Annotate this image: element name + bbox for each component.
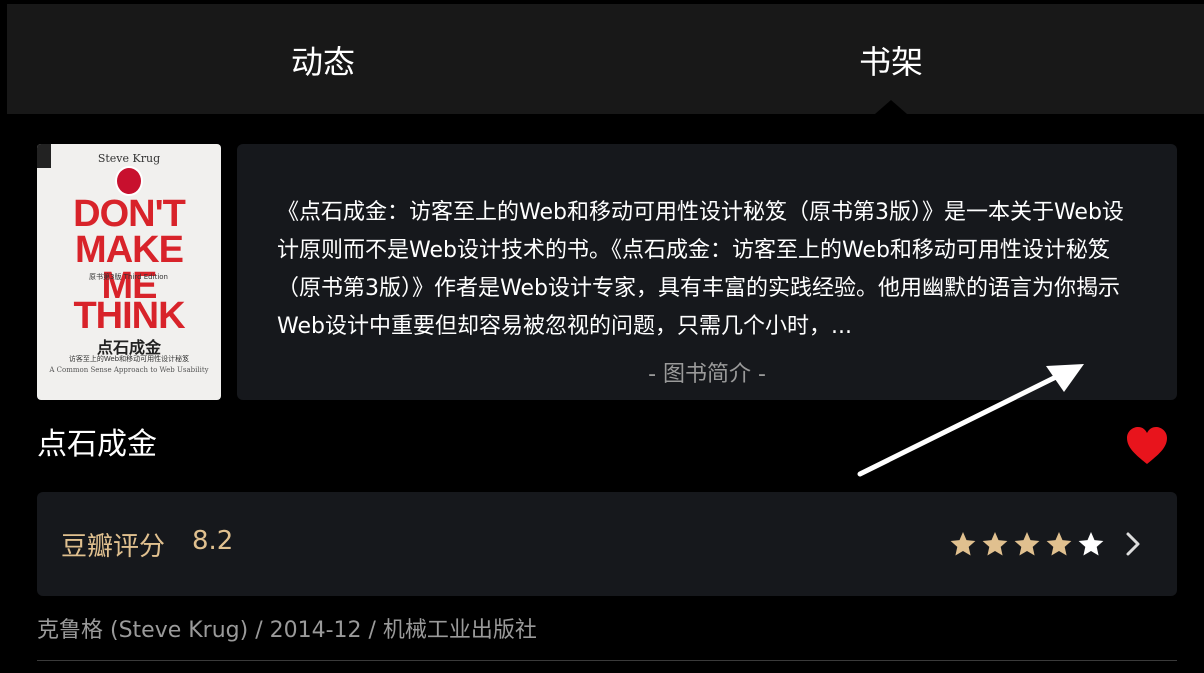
rating-label: 豆瓣评分 [61, 532, 166, 562]
star-filled-icon [1046, 532, 1072, 556]
star-filled-icon [982, 532, 1008, 556]
tab-bookshelf[interactable]: 书架 [859, 40, 923, 84]
cover-author: Steve Krug [97, 152, 161, 165]
active-tab-indicator [875, 100, 907, 114]
cover-title-line: MAKE [75, 229, 184, 271]
book-cover[interactable]: Steve Krug DON'T MAKE ME THINK 原书第3版 Thi… [37, 144, 221, 400]
douban-rating-card[interactable]: 豆瓣评分 8.2 [37, 492, 1177, 596]
cover-title-line: THINK [73, 295, 185, 337]
cover-cn-subtitle: 访客至上的Web和移动可用性设计秘笈 [68, 355, 190, 363]
rating-score: 8.2 [192, 526, 234, 556]
book-description-text: 《点石成金：访客至上的Web和移动可用性设计秘笈（原书第3版）》是一本关于Web… [277, 200, 1124, 339]
tab-dynamic[interactable]: 动态 [291, 40, 355, 84]
cover-en-subtitle: A Common Sense Approach to Web Usability [49, 366, 209, 374]
cover-edition: 原书第3版 Third Edition [89, 273, 168, 281]
tab-bar: 动态 书架 [7, 4, 1204, 114]
star-filled-icon [1014, 532, 1040, 556]
book-title: 点石成金 [37, 427, 157, 462]
book-meta: 克鲁格 (Steve Krug) / 2014-12 / 机械工业出版社 [37, 618, 537, 643]
annotation-arrow-icon [857, 364, 1084, 477]
chevron-right-icon[interactable] [1123, 530, 1143, 558]
divider [37, 660, 1177, 661]
cover-title-line: DON'T [73, 193, 186, 235]
rating-stars [950, 532, 1104, 556]
author-portrait-icon [115, 166, 143, 196]
star-filled-icon [950, 532, 976, 556]
star-empty-icon [1078, 532, 1104, 556]
favorite-heart-icon[interactable] [1126, 426, 1168, 466]
